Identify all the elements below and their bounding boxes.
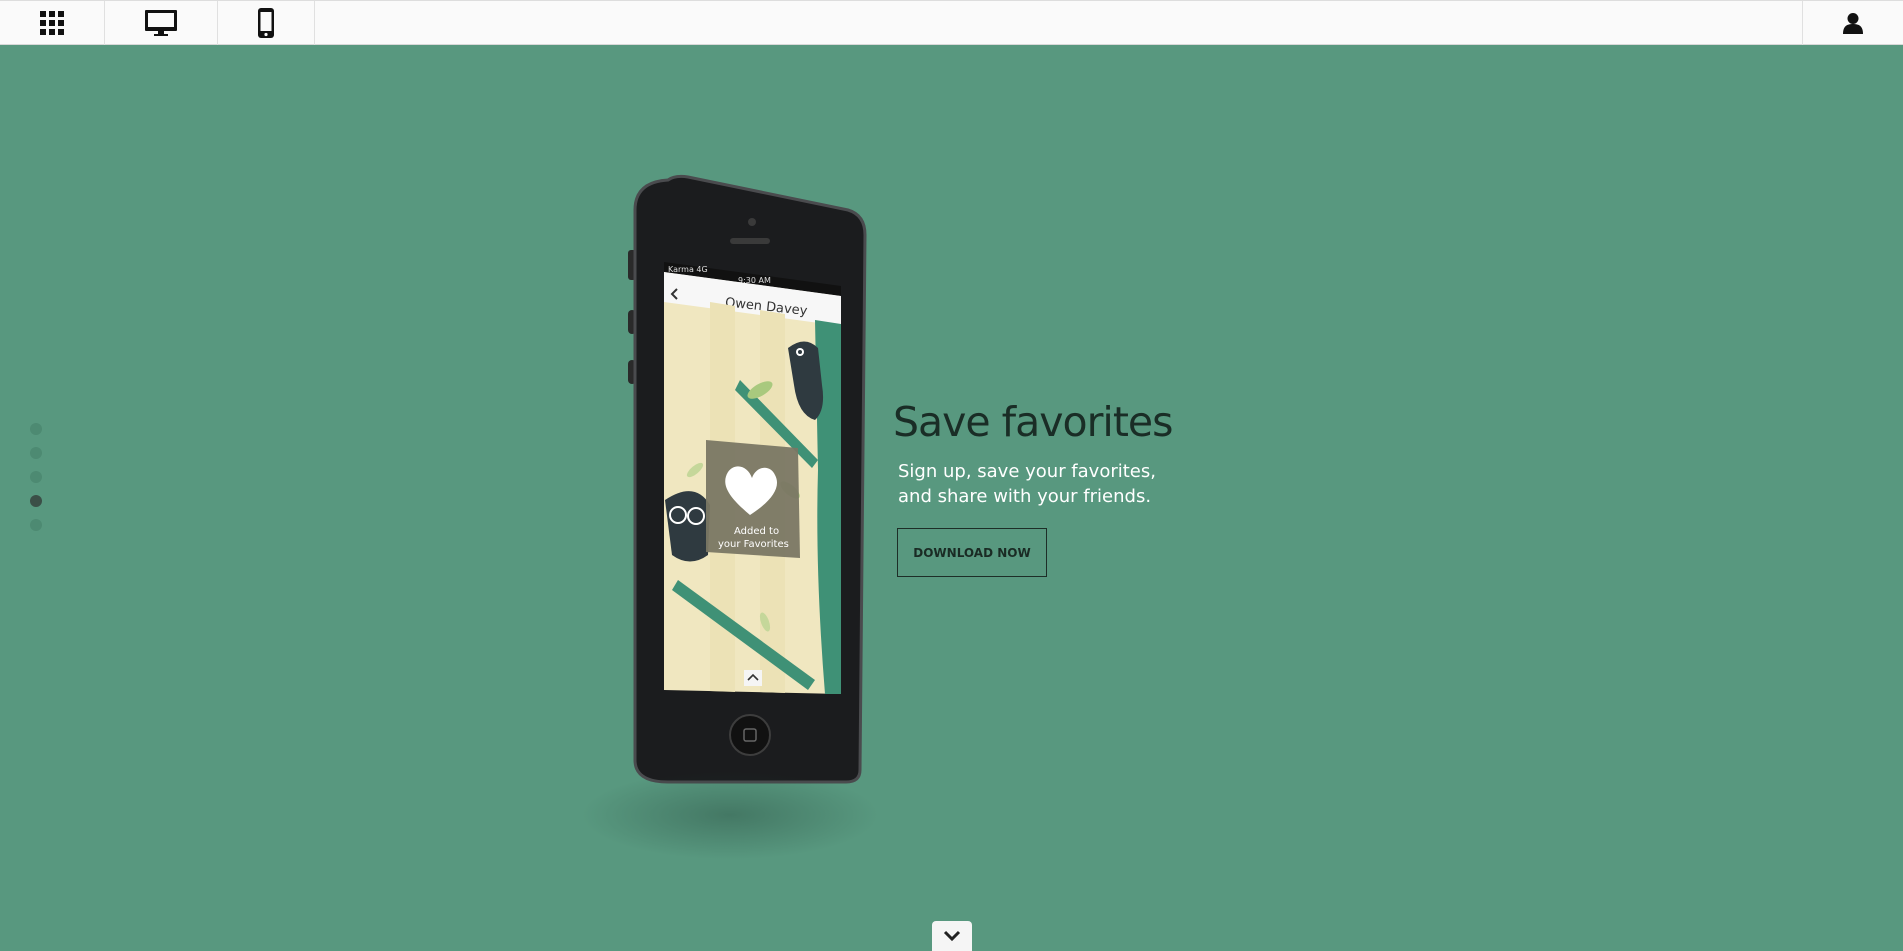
download-now-button[interactable]: DOWNLOAD NOW [897, 528, 1047, 577]
grid-icon [40, 11, 64, 35]
hero-subtitle: Sign up, save your favorites, and share … [898, 459, 1218, 509]
phone-carrier-label: Karma 4G [668, 265, 708, 274]
hero-title: Save favorites [893, 398, 1173, 446]
pagination-dot[interactable] [30, 423, 42, 435]
toast-text-line1: Added to [734, 526, 779, 537]
hero-subtitle-line: and share with your friends. [898, 486, 1152, 507]
user-icon [1843, 13, 1863, 34]
pagination-dot[interactable] [30, 471, 42, 483]
top-bar [0, 0, 1903, 45]
slide-pagination [30, 423, 42, 543]
toast-text-line2: your Favorites [718, 539, 789, 550]
hero-subtitle-line: Sign up, save your favorites, [898, 461, 1156, 482]
apps-button[interactable] [0, 1, 105, 45]
pagination-dot[interactable] [30, 519, 42, 531]
desktop-icon [145, 10, 177, 36]
chevron-down-icon [943, 930, 961, 942]
desktop-view-button[interactable] [105, 1, 218, 45]
phone-shadow [580, 770, 880, 860]
user-account-button[interactable] [1802, 1, 1903, 45]
pagination-dot[interactable] [30, 447, 42, 459]
phone-mockup: Karma 4G 9:30 AM Owen Davey Added to you… [560, 170, 900, 870]
mobile-phone-icon [258, 8, 274, 38]
scroll-down-button[interactable] [932, 921, 972, 951]
mobile-view-button[interactable] [218, 1, 315, 45]
pagination-dot-active[interactable] [30, 495, 42, 507]
phone-illustration: Karma 4G 9:30 AM Owen Davey Added to you… [628, 174, 867, 784]
